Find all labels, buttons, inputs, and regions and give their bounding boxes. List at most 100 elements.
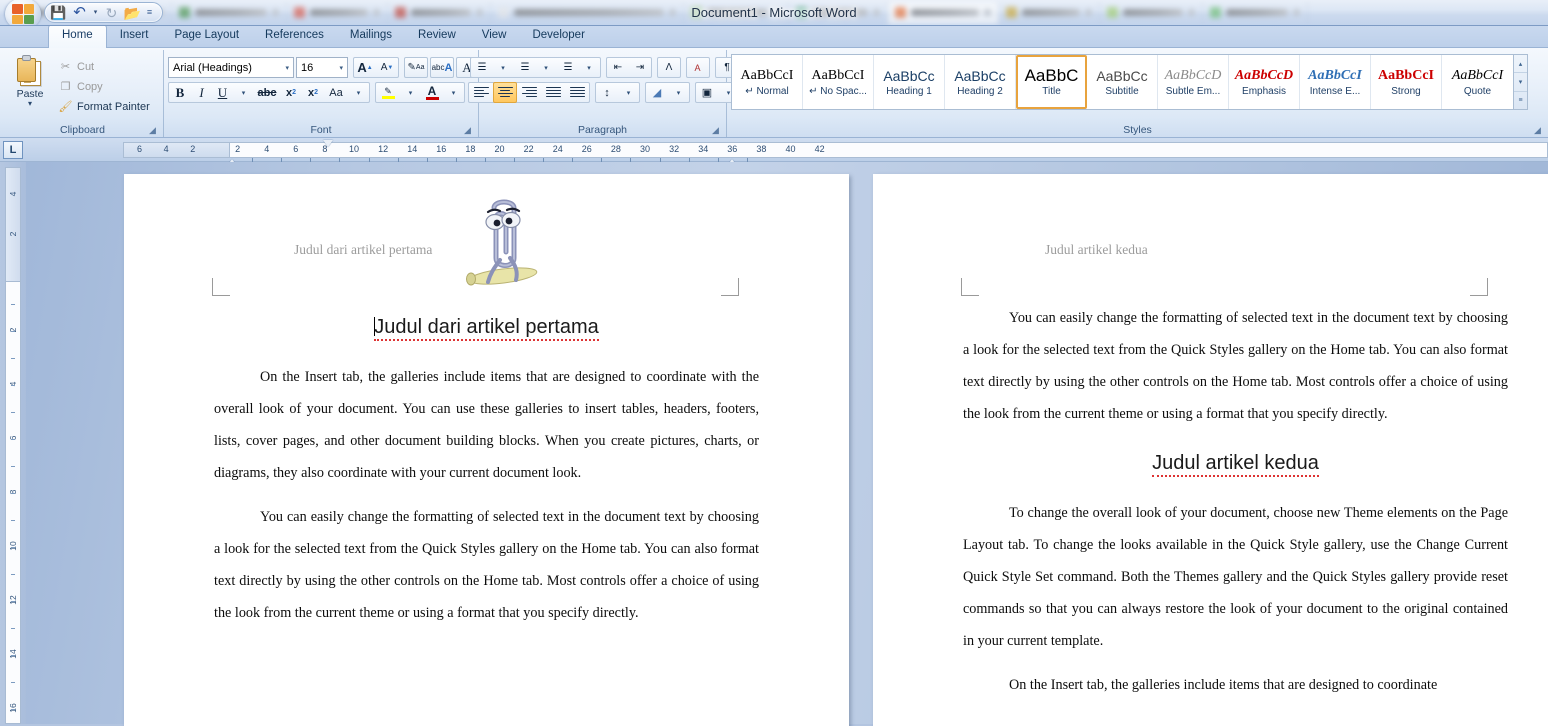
increase-indent-icon[interactable]: ⇥: [629, 57, 651, 78]
phonetic-guide-icon[interactable]: abc A: [430, 57, 454, 78]
page2-header[interactable]: Judul artikel kedua: [1045, 242, 1148, 258]
subscript-icon[interactable]: x2: [280, 82, 302, 103]
paragraph-row-1[interactable]: ☰ ▾ ☰ ▾ ☰ ▾ ⇤ ⇥ Λ A ¶: [467, 56, 739, 79]
change-case-dropdown-icon[interactable]: ▾: [348, 82, 369, 103]
horizontal-ruler[interactable]: 6 4 2 2 4 6 8 10 12 14 16 18 20 22 24 26 28 30 32 34 36 38 40 4…: [123, 139, 1548, 172]
decrease-indent-icon[interactable]: ⇤: [607, 57, 629, 78]
shading-dropdown-icon[interactable]: ▾: [668, 82, 689, 103]
ribbon-tab-developer[interactable]: Developer: [519, 25, 597, 47]
document-page-1[interactable]: Judul dari artikel pertama Judul dari ar…: [124, 174, 849, 726]
clipboard-dialog-launcher[interactable]: ◢: [147, 125, 158, 136]
font-name-combo[interactable]: Arial (Headings) ▾: [168, 57, 294, 78]
ribbon-tab-insert[interactable]: Insert: [107, 25, 162, 47]
paragraph-control-group[interactable]: ☰ ▾ ☰ ▾ ☰ ▾: [469, 57, 601, 78]
shading-icon[interactable]: ◢: [646, 82, 668, 103]
multilevel-list-dropdown-icon[interactable]: ▾: [579, 57, 600, 78]
page1-paragraph-2[interactable]: You can easily change the formatting of …: [214, 501, 759, 629]
line-spacing-icon[interactable]: ↕: [596, 82, 618, 103]
styles-dialog-launcher[interactable]: ◢: [1532, 125, 1543, 136]
copy-command[interactable]: ❐ Copy: [54, 77, 154, 96]
grow-font-icon[interactable]: A ▲: [354, 57, 376, 78]
alignment-group[interactable]: [468, 82, 590, 103]
align-left-icon[interactable]: [469, 82, 493, 103]
horizontal-ruler-row[interactable]: L 6 4 2 2 4 6 8 10 12 14 16 18 20 22 24 26 28 30 32 34 36 38 4…: [0, 138, 1548, 172]
ribbon-tab-review[interactable]: Review: [405, 25, 469, 47]
justify-icon[interactable]: [541, 82, 565, 103]
paragraph-control-group[interactable]: ⇤ ⇥: [605, 57, 652, 78]
borders-icon[interactable]: ▣: [696, 82, 718, 103]
first-line-indent-marker[interactable]: [322, 139, 333, 147]
style-item-subtle-emphasis[interactable]: AaBbCcD Subtle Em...: [1158, 55, 1229, 109]
bullets-dropdown-icon[interactable]: ▾: [493, 57, 514, 78]
vertical-ruler[interactable]: 4224681012141618: [0, 162, 26, 724]
tab-stop-selector-button[interactable]: L: [3, 140, 23, 159]
office-button[interactable]: [2, 0, 44, 25]
shrink-font-icon[interactable]: A ▼: [376, 57, 398, 78]
style-item-heading[interactable]: AaBbCc Heading 1: [874, 55, 945, 109]
page2-paragraph-1[interactable]: To change the overall look of your docum…: [963, 497, 1508, 657]
font-color-dropdown-icon[interactable]: ▾: [443, 82, 464, 103]
underline-dropdown-icon[interactable]: ▾: [233, 82, 254, 103]
font-name-dropdown-icon[interactable]: ▾: [283, 64, 291, 72]
bold-icon[interactable]: B: [169, 82, 191, 103]
strikethrough-icon[interactable]: abc: [254, 82, 280, 103]
paste-dropdown-icon[interactable]: ▾: [28, 100, 32, 108]
styles-gallery-scrollbar[interactable]: ▴ ▾ ≡: [1514, 54, 1528, 110]
italic-icon[interactable]: I: [191, 82, 212, 103]
cut-command[interactable]: ✂ Cut: [54, 57, 154, 76]
page1-document-title[interactable]: Judul dari artikel pertama: [214, 174, 759, 341]
style-item-subtitle[interactable]: AaBbCc Subtitle: [1087, 55, 1158, 109]
style-item-intense-emphasis[interactable]: AaBbCcI Intense E...: [1300, 55, 1371, 109]
clear-formatting-icon[interactable]: ✎ Aa: [404, 57, 428, 78]
style-item-normal[interactable]: AaBbCcI ↵ Normal: [732, 55, 803, 109]
align-center-icon[interactable]: [493, 82, 517, 103]
page2-heading[interactable]: Judul artikel kedua: [963, 430, 1508, 477]
clipboard-commands[interactable]: ✂ Cut ❐ Copy 🖌 Format Painter: [54, 54, 154, 116]
paragraph-control-group[interactable]: ◢ ▾: [645, 82, 690, 103]
ribbon-tab-references[interactable]: References: [252, 25, 337, 47]
ribbon-tab-view[interactable]: View: [469, 25, 520, 47]
ribbon-tab-mailings[interactable]: Mailings: [337, 25, 405, 47]
superscript-icon[interactable]: x2: [302, 82, 324, 103]
paragraph-control-group[interactable]: ↕ ▾: [595, 82, 640, 103]
paragraph-row-2[interactable]: ↕ ▾ ◢ ▾ ▣ ▾: [465, 81, 740, 104]
line-spacing-dropdown-icon[interactable]: ▾: [618, 82, 639, 103]
ribbon-tab-page-layout[interactable]: Page Layout: [161, 25, 252, 47]
font-color-icon[interactable]: A: [421, 82, 443, 103]
paragraph-control-group[interactable]: Λ: [656, 57, 681, 78]
font-size-dropdown-icon[interactable]: ▾: [337, 64, 345, 72]
document-page-2[interactable]: Judul artikel kedua You can easily chang…: [873, 174, 1548, 726]
font-row-1[interactable]: Arial (Headings) ▾ 16 ▾ A ▲ A ▼ ✎ Aa abc A A: [168, 56, 478, 79]
numbering-icon[interactable]: ☰: [514, 57, 536, 78]
styles-scroll-down-button[interactable]: ▾: [1514, 73, 1527, 92]
page2-paragraph-intro[interactable]: You can easily change the formatting of …: [963, 302, 1508, 430]
style-item-strong[interactable]: AaBbCcI Strong: [1371, 55, 1442, 109]
distributed-icon[interactable]: [565, 82, 589, 103]
font-size-combo[interactable]: 16 ▾: [296, 57, 348, 78]
numbering-dropdown-icon[interactable]: ▾: [536, 57, 557, 78]
ruler-page-area[interactable]: 2 4 6 8 10 12 14 16 18 20 22 24 26 28 30 32 34 36 38 40 42: [226, 139, 1548, 172]
style-item-quote[interactable]: AaBbCcI Quote: [1442, 55, 1513, 109]
style-item-title[interactable]: AaBbC Title: [1016, 55, 1087, 109]
styles-more-button[interactable]: ≡: [1514, 92, 1527, 109]
font-style-group[interactable]: B I U ▾ abc x2 x2 Aa ▾: [168, 82, 370, 103]
page2-paragraph-2[interactable]: On the Insert tab, the galleries include…: [963, 669, 1508, 701]
style-item-emphasis[interactable]: AaBbCcD Emphasis: [1229, 55, 1300, 109]
font-row-2[interactable]: B I U ▾ abc x2 x2 Aa ▾ ✎ ▾ A ▾: [168, 81, 516, 104]
page1-paragraph-1[interactable]: On the Insert tab, the galleries include…: [214, 361, 759, 489]
style-item-normal[interactable]: AaBbCcI ↵ No Spac...: [803, 55, 874, 109]
align-right-icon[interactable]: [517, 82, 541, 103]
font-scale-group[interactable]: A ▲ A ▼: [353, 57, 399, 78]
style-item-heading[interactable]: AaBbCc Heading 2: [945, 55, 1016, 109]
text-highlight-icon[interactable]: ✎: [376, 82, 400, 103]
ribbon-tab-home[interactable]: Home: [48, 24, 107, 48]
ribbon-tab-bar[interactable]: Home Insert Page Layout References Mailings R…: [0, 24, 1548, 48]
quick-styles-gallery[interactable]: AaBbCcI ↵ Normal AaBbCcI ↵ No Spac... AaBbCc…: [731, 54, 1514, 110]
paste-button[interactable]: Paste ▾: [6, 54, 54, 108]
font-dialog-launcher[interactable]: ◢: [462, 125, 473, 136]
multilevel-list-icon[interactable]: ☰: [557, 57, 579, 78]
text-highlight-dropdown-icon[interactable]: ▾: [400, 82, 421, 103]
sort-icon[interactable]: A: [687, 57, 709, 78]
paragraph-control-group[interactable]: A: [685, 57, 710, 78]
underline-icon[interactable]: U: [212, 82, 233, 103]
